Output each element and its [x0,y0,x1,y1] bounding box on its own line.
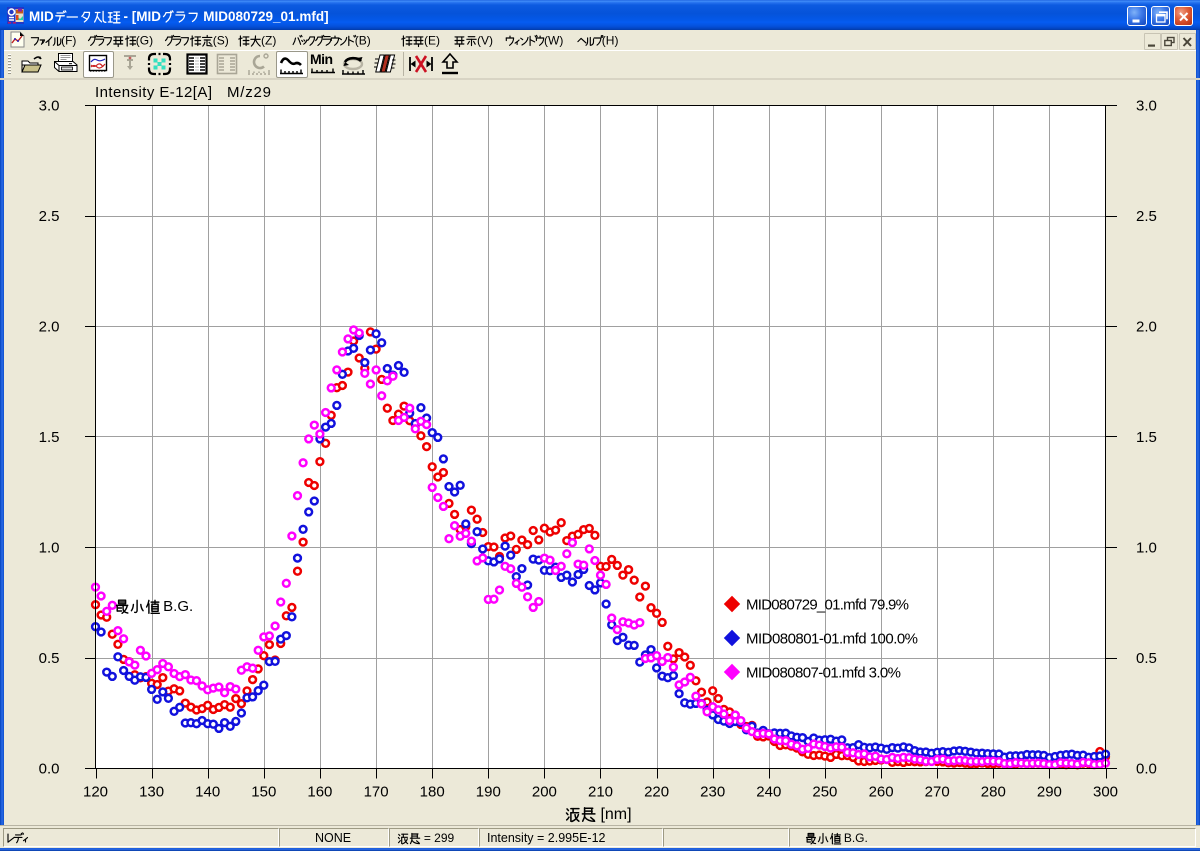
svg-text:260: 260 [869,784,894,801]
svg-text:- [MID: - [MID [120,9,161,24]
svg-text:MID080729_01.mfd]: MID080729_01.mfd] [200,9,329,24]
svg-text:280: 280 [981,784,1006,801]
svg-text:M/z29: M/z29 [227,84,271,101]
svg-text:240: 240 [756,784,781,801]
svg-text:(H): (H) [602,34,619,48]
svg-text:MID080729_01.mfd 79.9%: MID080729_01.mfd 79.9% [746,597,909,614]
svg-text:(Z): (Z) [261,34,276,48]
svg-text:(B): (B) [355,34,371,48]
svg-text:Min: Min [310,52,333,67]
svg-text:2.5: 2.5 [39,208,60,225]
svg-text:1.0: 1.0 [39,540,60,557]
svg-text:0.0: 0.0 [39,761,60,778]
svg-text:MID080801-01.mfd 100.0%: MID080801-01.mfd 100.0% [746,631,918,648]
svg-text:200: 200 [532,784,557,801]
svg-text:130: 130 [139,784,164,801]
svg-text:180: 180 [420,784,445,801]
svg-text:230: 230 [700,784,725,801]
svg-text:(F): (F) [61,34,76,48]
svg-text:1.5: 1.5 [39,429,60,446]
svg-text:190: 190 [476,784,501,801]
svg-text:B.G.: B.G. [159,598,193,615]
svg-text:0.5: 0.5 [1136,650,1157,667]
svg-text:MID080807-01.mfd 3.0%: MID080807-01.mfd 3.0% [746,665,901,682]
svg-text:(W): (W) [544,34,563,48]
svg-text:(S): (S) [213,34,229,48]
svg-text:290: 290 [1037,784,1062,801]
svg-text:Intensity E-12[A]: Intensity E-12[A] [95,84,212,101]
svg-text:= 299: = 299 [421,831,455,845]
svg-text:2.0: 2.0 [39,319,60,336]
svg-text:150: 150 [251,784,276,801]
svg-text:0.5: 0.5 [39,650,60,667]
svg-text:160: 160 [307,784,332,801]
svg-text:(E): (E) [424,34,440,48]
svg-text:B.G.: B.G. [841,831,868,845]
svg-text:250: 250 [812,784,837,801]
svg-text:2.0: 2.0 [1136,319,1157,336]
svg-text:MID: MID [29,9,54,24]
svg-text:0.0: 0.0 [1136,761,1157,778]
svg-text:170: 170 [364,784,389,801]
svg-text:140: 140 [195,784,220,801]
svg-text:[nm]: [nm] [596,806,632,823]
svg-text:(G): (G) [136,34,153,48]
svg-text:1.5: 1.5 [1136,429,1157,446]
svg-text:(V): (V) [477,34,493,48]
svg-text:270: 270 [925,784,950,801]
svg-text:3.0: 3.0 [1136,98,1157,115]
svg-text:220: 220 [644,784,669,801]
svg-text:1.0: 1.0 [1136,540,1157,557]
svg-text:120: 120 [83,784,108,801]
svg-text:2.5: 2.5 [1136,208,1157,225]
svg-text:3.0: 3.0 [39,98,60,115]
svg-text:300: 300 [1093,784,1118,801]
svg-text:210: 210 [588,784,613,801]
